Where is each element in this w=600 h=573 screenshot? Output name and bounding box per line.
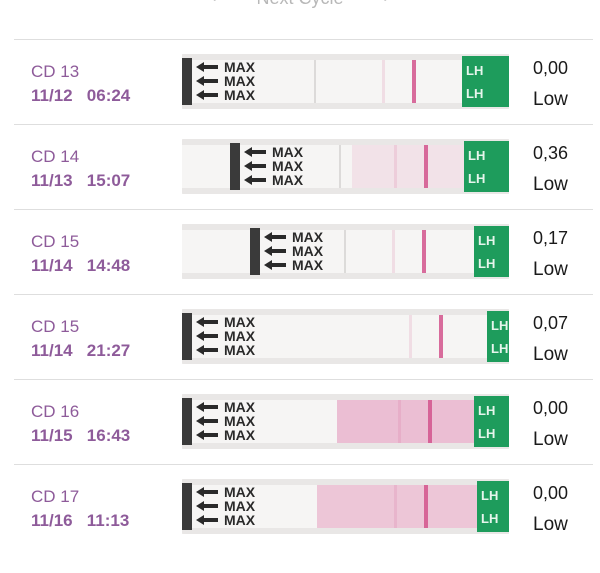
faint-line (392, 230, 395, 273)
test-datetime: 11/14 14:48 (31, 256, 130, 276)
lh-label: LH (491, 318, 508, 333)
lh-label: LH (466, 63, 483, 78)
faint-line (398, 400, 401, 443)
test-time: 15:07 (86, 171, 131, 190)
faint-line (394, 485, 397, 528)
lh-label: LH (481, 488, 498, 503)
strip-handle (182, 483, 192, 530)
max-label: MAX (292, 257, 324, 273)
control-line (424, 485, 428, 528)
test-strip-graphic: MAXMAXMAXLHLH (182, 139, 509, 194)
faint-line (394, 145, 397, 188)
control-line (412, 60, 416, 103)
test-strip-graphic: MAXMAXMAXLHLH (182, 394, 509, 449)
strip-handle (182, 58, 192, 105)
chevron-right-icon[interactable]: › (384, 0, 389, 7)
control-line (424, 145, 428, 188)
test-strip-image[interactable]: MAX MAX MAX LH LH (182, 54, 509, 109)
test-time: 11:13 (86, 511, 130, 530)
lh-value: 0,00 (533, 483, 569, 503)
test-date: 11/14 (31, 256, 73, 275)
max-label: MAX (224, 512, 256, 528)
max-label: MAX (224, 342, 256, 358)
lh-label: LH (478, 256, 495, 271)
test-strip-graphic: MAXMAXMAXLHLH (182, 54, 509, 109)
control-line (439, 315, 443, 358)
faint-line (382, 60, 385, 103)
control-line (428, 400, 432, 443)
control-line (422, 230, 426, 273)
test-strip-graphic: MAXMAXMAXLHLH (182, 309, 509, 364)
lh-label: LH (478, 426, 495, 441)
test-datetime: 11/12 06:24 (31, 86, 130, 106)
lh-label: LH (478, 403, 495, 418)
test-strip-graphic: MAXMAXMAXLHLH (182, 224, 509, 279)
test-datetime: 11/15 16:43 (31, 426, 130, 446)
cycle-day-label: CD 13 (31, 62, 80, 81)
lh-level: Low (533, 89, 568, 110)
test-time: 21:27 (86, 341, 131, 360)
max-label: MAX (272, 172, 304, 188)
lh-label: LH (491, 341, 508, 356)
test-datetime: 11/13 15:07 (31, 171, 130, 191)
test-row[interactable]: CD 15 11/14 14:48 MAX MAX MAX LH LH 0,17 Low (14, 209, 593, 294)
lh-level: Low (533, 344, 568, 365)
lh-level: Low (533, 429, 568, 450)
test-strip-image[interactable]: MAX MAX MAX LH LH (182, 309, 509, 364)
lh-label: LH (468, 171, 485, 186)
test-date: 11/12 (31, 86, 73, 105)
lh-label: LH (478, 233, 495, 248)
test-date: 11/15 (31, 426, 73, 445)
lh-label: LH (466, 86, 483, 101)
strip-handle (182, 313, 192, 360)
cycle-day-label: CD 15 (31, 232, 80, 251)
lh-value: 0,00 (533, 398, 569, 418)
test-date: 11/14 (31, 341, 73, 360)
lh-value: 0,07 (533, 313, 569, 333)
test-row[interactable]: CD 17 11/16 11:13 MAX MAX MAX LH LH 0,00 Low (14, 464, 593, 549)
test-row[interactable]: CD 16 11/15 16:43 MAX MAX MAX LH LH 0,00 Low (14, 379, 593, 464)
cycle-day-label: CD 16 (31, 402, 80, 421)
strip-handle (250, 228, 260, 275)
test-time: 06:24 (86, 86, 131, 105)
test-row[interactable]: CD 14 11/13 15:07 MAX MAX MAX LH LH 0,36 Low (14, 124, 593, 209)
test-row[interactable]: CD 15 11/14 21:27 MAX MAX MAX LH LH 0,07 Low (14, 294, 593, 379)
test-datetime: 11/16 11:13 (31, 511, 129, 531)
chevron-left-icon[interactable]: ‹ (211, 0, 216, 7)
lh-level: Low (533, 259, 568, 280)
test-row[interactable]: CD 13 11/12 06:24 MAX MAX MAX LH LH 0,00 Low (14, 39, 593, 124)
cycle-day-label: CD 15 (31, 317, 80, 336)
max-label: MAX (224, 427, 256, 443)
max-label: MAX (224, 87, 256, 103)
strip-stain (352, 145, 464, 188)
lh-level: Low (533, 514, 568, 535)
test-time: 14:48 (86, 256, 131, 275)
test-datetime: 11/14 21:27 (31, 341, 130, 361)
lh-label: LH (468, 148, 485, 163)
strip-stain (337, 400, 474, 443)
cycle-day-label: CD 14 (31, 147, 80, 166)
lh-value: 0,36 (533, 143, 569, 163)
test-date: 11/16 (31, 511, 73, 530)
test-strip-image[interactable]: MAX MAX MAX LH LH (182, 139, 509, 194)
lh-label: LH (481, 511, 498, 526)
faint-line (409, 315, 412, 358)
test-strip-image[interactable]: MAX MAX MAX LH LH (182, 479, 509, 534)
lh-value: 0,17 (533, 228, 569, 248)
test-strip-graphic: MAXMAXMAXLHLH (182, 479, 509, 534)
lh-level: Low (533, 174, 568, 195)
test-date: 11/13 (31, 171, 73, 190)
cycle-nav: ‹ Next Cycle › (0, 0, 600, 10)
cycle-day-label: CD 17 (31, 487, 80, 506)
strip-handle (230, 143, 240, 190)
strip-handle (182, 398, 192, 445)
test-strip-image[interactable]: MAX MAX MAX LH LH (182, 394, 509, 449)
test-strip-image[interactable]: MAX MAX MAX LH LH (182, 224, 509, 279)
lh-value: 0,00 (533, 58, 569, 78)
test-time: 16:43 (86, 426, 131, 445)
next-cycle-link[interactable]: Next Cycle (256, 0, 343, 9)
test-list: CD 13 11/12 06:24 MAX MAX MAX LH LH 0,00 Low CD 1… (14, 39, 593, 549)
